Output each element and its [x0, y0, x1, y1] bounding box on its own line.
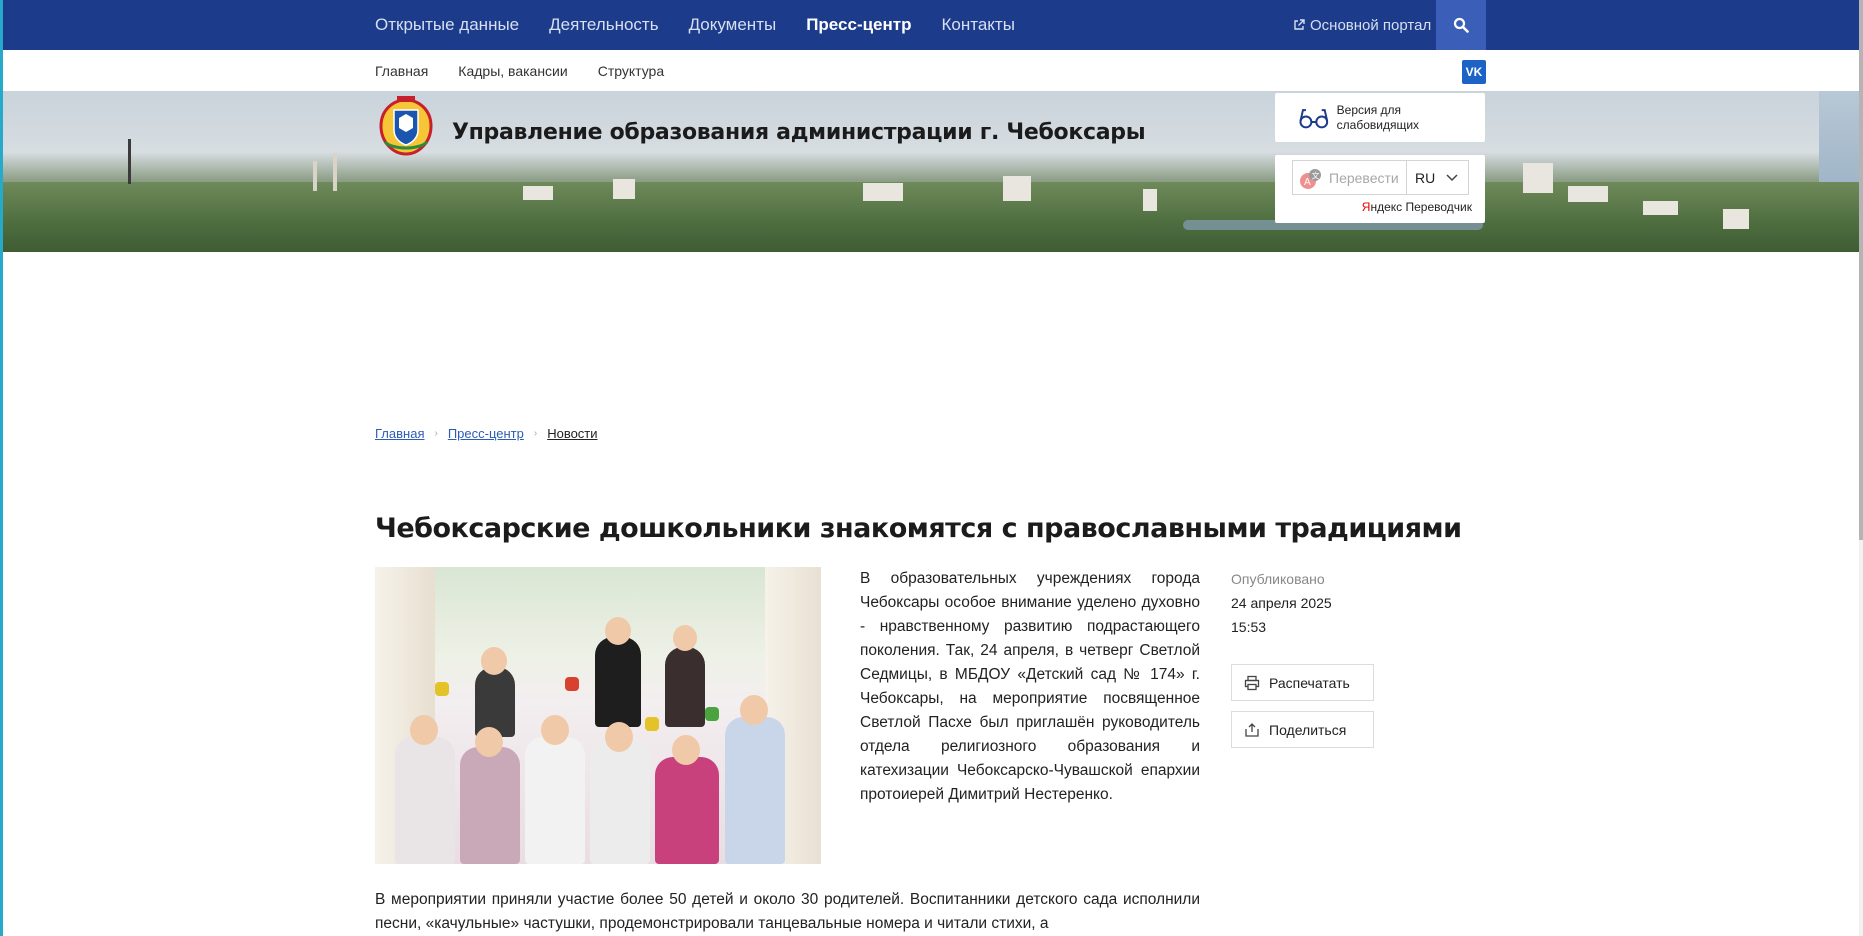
nav-open-data[interactable]: Открытые данные — [375, 15, 519, 35]
photo-person — [655, 757, 719, 864]
photo-person — [605, 617, 631, 645]
banner-building — [1723, 209, 1749, 229]
translate-button[interactable]: A 文 Перевести — [1292, 160, 1407, 195]
breadcrumb-home[interactable]: Главная — [375, 426, 424, 441]
low-vision-label: Версия для слабовидящих — [1336, 102, 1420, 132]
published-date: 24 апреля 2025 — [1231, 595, 1332, 611]
language-select[interactable]: RU — [1406, 160, 1469, 195]
nav-contacts[interactable]: Контакты — [942, 15, 1015, 35]
nav-activity[interactable]: Деятельность — [549, 15, 658, 35]
search-button[interactable] — [1436, 0, 1486, 50]
translator-widget: A 文 Перевести RU Яндекс Переводчик — [1275, 155, 1485, 223]
subnav-home[interactable]: Главная — [375, 63, 428, 79]
glasses-icon — [1299, 108, 1329, 128]
photo-person — [481, 647, 507, 675]
photo-person — [410, 715, 438, 745]
banner-building — [1143, 189, 1157, 211]
main-portal-label: Основной портал — [1310, 16, 1432, 34]
main-portal-link[interactable]: Основной портал — [1293, 0, 1431, 50]
sub-menu: Главная Кадры, вакансии Структура — [375, 50, 694, 91]
yandex-credit-text: ндекс Переводчик — [1370, 200, 1472, 214]
photo-person — [595, 637, 641, 727]
breadcrumb: Главная › Пресс-центр › Новости — [375, 426, 598, 441]
share-button[interactable]: Поделиться — [1231, 711, 1374, 748]
low-vision-version-button[interactable]: Версия для слабовидящих — [1275, 93, 1485, 142]
breadcrumb-separator-icon: › — [533, 428, 538, 439]
svg-text:文: 文 — [1312, 171, 1320, 181]
breadcrumb-separator-icon: › — [434, 428, 438, 439]
share-label: Поделиться — [1269, 721, 1347, 738]
publication-meta: Опубликовано 24 апреля 2025 15:53 — [1231, 567, 1391, 639]
photo-person — [725, 717, 785, 864]
photo-toy — [705, 707, 719, 721]
article-lead: В образовательных учреждениях города Чеб… — [860, 570, 1200, 803]
nav-press-center[interactable]: Пресс-центр — [806, 15, 911, 35]
photo-person — [525, 737, 585, 864]
banner-building — [313, 161, 317, 191]
svg-text:A: A — [1304, 177, 1311, 188]
banner-building — [863, 183, 903, 201]
photo-person — [395, 737, 455, 864]
vk-icon[interactable]: VK — [1462, 60, 1486, 84]
photo-person — [672, 735, 700, 765]
breadcrumb-press-center[interactable]: Пресс-центр — [448, 426, 524, 441]
breadcrumb-current: Новости — [547, 426, 598, 441]
city-emblem-logo — [379, 96, 433, 156]
photo-person — [590, 742, 650, 864]
chevron-down-icon — [1446, 174, 1458, 182]
printer-icon — [1244, 675, 1260, 690]
photo-person — [605, 722, 633, 752]
header-banner — [3, 91, 1859, 252]
photo-person — [460, 747, 520, 864]
page-scrollbar[interactable] — [1859, 0, 1863, 936]
banner-building — [1003, 176, 1031, 201]
banner-building — [1523, 163, 1553, 193]
banner-building — [1643, 201, 1678, 215]
subnav-structure[interactable]: Структура — [598, 63, 664, 79]
print-label: Распечатать — [1269, 674, 1350, 691]
photo-person — [541, 715, 569, 745]
photo-person — [475, 727, 503, 757]
search-icon — [1453, 17, 1469, 33]
sub-navigation: Главная Кадры, вакансии Структура VK — [3, 50, 1859, 91]
yandex-translator-credit[interactable]: Яндекс Переводчик — [1362, 200, 1472, 214]
language-value: RU — [1415, 169, 1436, 186]
main-menu: Открытые данные Деятельность Документы П… — [375, 0, 1045, 50]
photo-toy — [565, 677, 579, 691]
subnav-careers[interactable]: Кадры, вакансии — [458, 63, 567, 79]
banner-building — [613, 179, 635, 199]
banner-building — [333, 153, 337, 191]
organization-title: Управление образования администрации г. … — [452, 120, 1146, 145]
published-time: 15:53 — [1231, 619, 1267, 635]
photo-person — [665, 647, 705, 727]
photo-person — [475, 667, 515, 737]
article-title: Чебоксарские дошкольники знакомятся с пр… — [375, 513, 1462, 544]
published-label: Опубликовано — [1231, 571, 1325, 587]
banner-building — [523, 186, 553, 200]
photo-person — [673, 625, 697, 651]
photo-person — [740, 695, 768, 725]
print-button[interactable]: Распечатать — [1231, 664, 1374, 701]
top-navigation: Открытые данные Деятельность Документы П… — [3, 0, 1859, 50]
scrollbar-thumb[interactable] — [1859, 0, 1863, 540]
translate-label: Перевести — [1329, 169, 1399, 186]
article-photo[interactable] — [375, 567, 821, 864]
banner-building — [128, 139, 131, 184]
yandex-translate-icon: A 文 — [1300, 169, 1321, 189]
article-body: В мероприятии приняли участие более 50 д… — [375, 891, 1200, 932]
external-link-icon — [1294, 19, 1305, 30]
share-icon — [1245, 722, 1259, 737]
photo-toy — [435, 682, 449, 696]
banner-building — [1568, 186, 1608, 202]
photo-toy — [645, 717, 659, 731]
nav-documents[interactable]: Документы — [689, 15, 777, 35]
